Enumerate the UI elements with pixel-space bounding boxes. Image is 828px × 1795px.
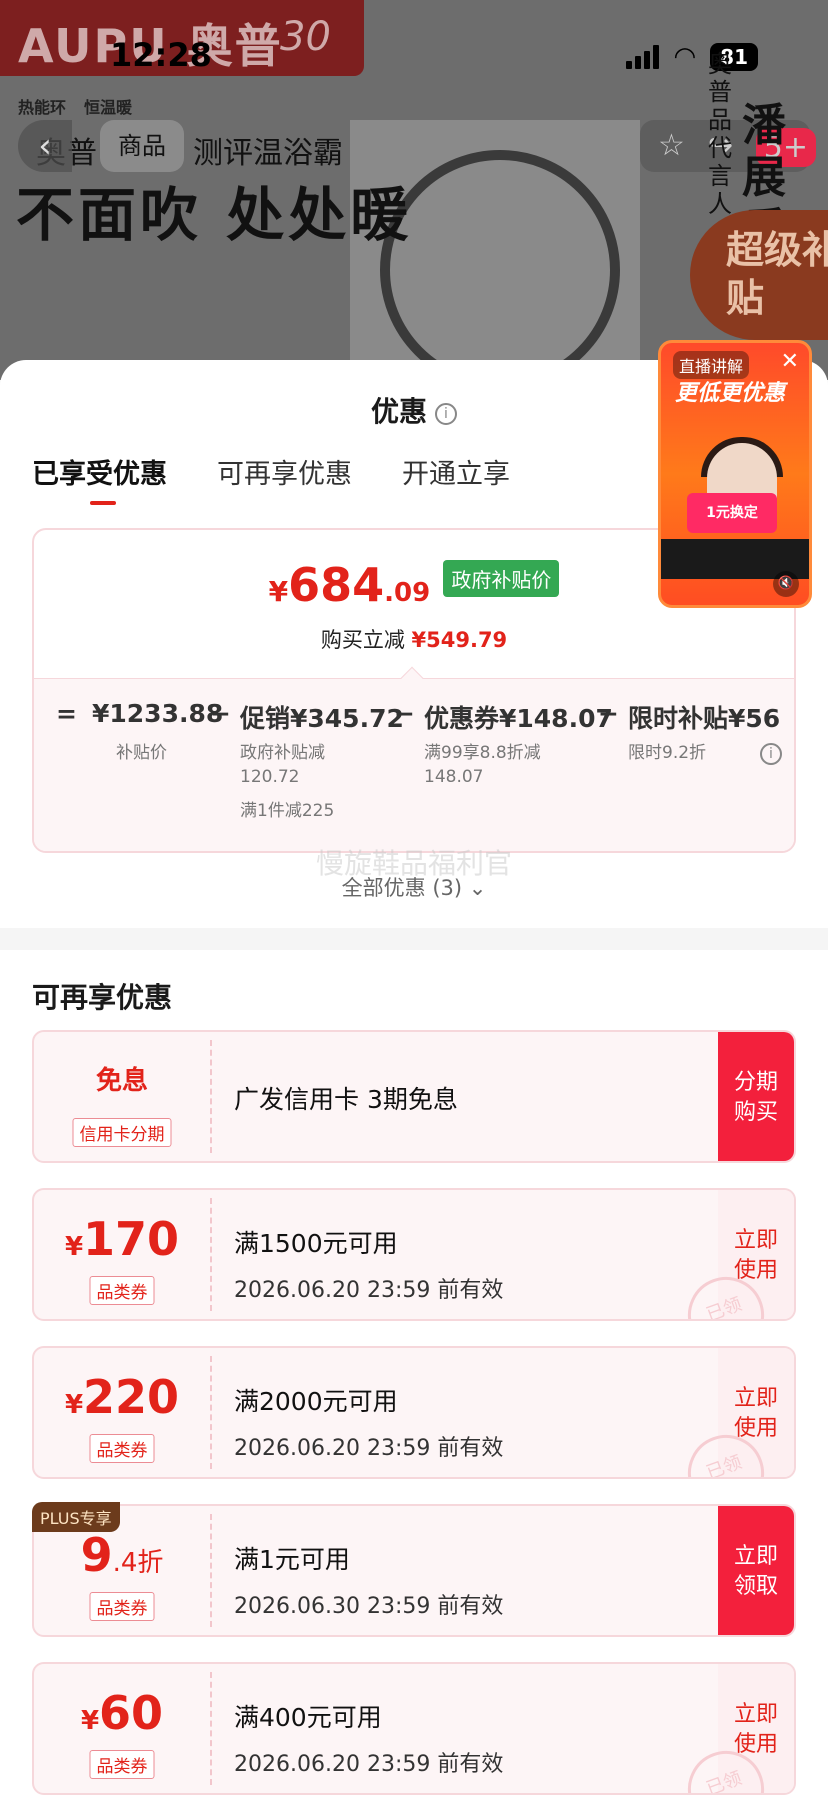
tab-activate[interactable]: 开通立享 bbox=[402, 452, 510, 491]
close-icon[interactable]: ✕ bbox=[781, 349, 799, 374]
coupon-card[interactable]: 9.4折 品类券 满1元可用 2026.06.30 23:59 前有效 立即 领取 bbox=[32, 1504, 796, 1637]
wifi-icon: ◠ bbox=[673, 42, 697, 72]
coupon-detail: 148.07 bbox=[424, 767, 484, 787]
promo-detail: 满1件减225 bbox=[240, 801, 335, 821]
coupon-expiry: 2026.06.20 23:59 前有效 bbox=[234, 1278, 504, 1303]
coupon-condition: 满2000元可用 bbox=[234, 1387, 398, 1416]
top-nav: 奥普 测评温浴霸 ‹ 商品 ☆ ↪ 5+ bbox=[18, 120, 816, 172]
base-price-label: 补贴价 bbox=[116, 743, 167, 763]
coupon-card[interactable]: 免息 信用卡分期 广发信用卡 3期免息 分期 购买 bbox=[32, 1030, 796, 1163]
coupon-expiry: 2026.06.20 23:59 前有效 bbox=[234, 1436, 504, 1461]
status-time: 12:28 bbox=[110, 36, 212, 74]
signal-icon bbox=[626, 45, 660, 69]
product-slogan: 不面吹 处处暖 bbox=[16, 181, 413, 249]
coupon-card[interactable]: ¥170 品类券 满1500元可用 2026.06.20 23:59 前有效 立… bbox=[32, 1188, 796, 1321]
tab-product[interactable]: 商品 bbox=[100, 120, 184, 172]
price-breakdown: = ¥1233.88 补贴价 − 促销¥345.72 政府补贴减 120.72 … bbox=[34, 666, 794, 851]
minus-sign: − bbox=[598, 699, 619, 728]
super-subsidy-badge: 超级补贴 bbox=[690, 210, 828, 340]
coupon-amount: 优惠券¥148.07 bbox=[424, 704, 613, 733]
feature-badge: 热能环 bbox=[18, 98, 67, 117]
subsidy-base-price: ¥1233.88 bbox=[92, 699, 224, 728]
tab-enjoyed[interactable]: 已享受优惠 bbox=[32, 452, 167, 505]
coupon-condition: 广发信用卡 3期免息 bbox=[234, 1085, 458, 1114]
live-promo-card: 1元换定 bbox=[687, 493, 777, 533]
product-ring-image bbox=[380, 150, 620, 380]
limited-subsidy-amount: 限时补贴¥56 bbox=[628, 704, 781, 733]
endorser-caption: 奥普品代言人 bbox=[708, 50, 732, 218]
gov-subsidy-badge: 政府补贴价 bbox=[443, 560, 560, 597]
chevron-down-icon: ⌄ bbox=[468, 876, 487, 900]
live-headline: 更低更优惠 bbox=[675, 381, 786, 406]
coupon-value: 9.4折 bbox=[80, 1528, 164, 1582]
feature-badge: 恒温暖 bbox=[84, 98, 133, 117]
minus-sign: − bbox=[210, 699, 231, 728]
coupon-type-tag: 品类券 bbox=[89, 1276, 155, 1305]
promo-detail: 120.72 bbox=[240, 767, 300, 787]
coupon-value: 免息 bbox=[95, 1066, 148, 1096]
live-stream-window[interactable]: 直播讲解 ✕ 更低更优惠 1元换定 🔇 bbox=[658, 340, 812, 608]
status-icons: ◠ 81 bbox=[626, 42, 758, 72]
coupon-type-tag: 品类券 bbox=[89, 1592, 155, 1621]
coupon-expiry: 2026.06.30 23:59 前有效 bbox=[234, 1594, 504, 1619]
back-button[interactable]: ‹ bbox=[18, 120, 72, 172]
promo-detail: 政府补贴减 bbox=[240, 743, 325, 763]
all-offers-toggle[interactable]: 全部优惠 (3) ⌄ bbox=[0, 872, 828, 902]
coupon-type-tag: 品类券 bbox=[89, 1750, 155, 1779]
favorite-star-icon[interactable]: ☆ bbox=[658, 128, 685, 163]
coupon-value: ¥60 bbox=[80, 1686, 164, 1740]
promo-amount: 促销¥345.72 bbox=[240, 704, 404, 733]
back-arrow-icon: ‹ bbox=[38, 126, 52, 166]
product-page-backdrop: AUPU 奥普 30 12:28 ◠ 81 热能环 恒温暖 奥普 测评温浴霸 ‹… bbox=[0, 0, 828, 380]
coupon-value: ¥220 bbox=[64, 1370, 180, 1424]
mute-icon[interactable]: 🔇 bbox=[773, 571, 799, 597]
offer-tabs: 已享受优惠 可再享优惠 开通立享 bbox=[32, 452, 510, 505]
feature-badges: 热能环 恒温暖 bbox=[18, 94, 132, 118]
coupon-value: ¥170 bbox=[64, 1212, 180, 1266]
coupon-card[interactable]: ¥220 品类券 满2000元可用 2026.06.20 23:59 前有效 立… bbox=[32, 1346, 796, 1479]
coupon-expiry: 2026.06.20 23:59 前有效 bbox=[234, 1752, 504, 1777]
coupon-card[interactable]: ¥60 品类券 满400元可用 2026.06.20 23:59 前有效 立即使… bbox=[32, 1662, 796, 1795]
equals-sign: = bbox=[56, 699, 77, 728]
coupon-detail: 满99享8.8折减 bbox=[424, 743, 541, 763]
coupon-condition: 满1元可用 bbox=[234, 1545, 350, 1574]
coupon-condition: 满400元可用 bbox=[234, 1703, 382, 1732]
limited-subsidy-detail: 限时9.2折 bbox=[628, 743, 707, 763]
claim-now-button[interactable]: 立即 领取 bbox=[718, 1506, 794, 1635]
coupon-type-tag: 品类券 bbox=[89, 1434, 155, 1463]
info-icon[interactable]: i bbox=[435, 403, 457, 425]
instant-discount: 购买立减 ¥549.79 bbox=[320, 628, 508, 652]
plus-exclusive-badge: PLUS专享 bbox=[32, 1502, 120, 1532]
installment-buy-button[interactable]: 分期 购买 bbox=[718, 1032, 794, 1161]
tab-more-offers[interactable]: 可再享优惠 bbox=[217, 452, 352, 491]
section-divider bbox=[0, 928, 828, 950]
info-icon[interactable]: i bbox=[760, 743, 782, 765]
coupon-type-tag: 信用卡分期 bbox=[72, 1118, 172, 1147]
section-title: 可再享优惠 bbox=[32, 981, 173, 1014]
coupon-condition: 满1500元可用 bbox=[234, 1229, 398, 1258]
product-title-fragment: 测评温浴霸 bbox=[193, 136, 343, 171]
anniversary-logo: 30 bbox=[280, 14, 331, 60]
minus-sign: − bbox=[394, 699, 415, 728]
